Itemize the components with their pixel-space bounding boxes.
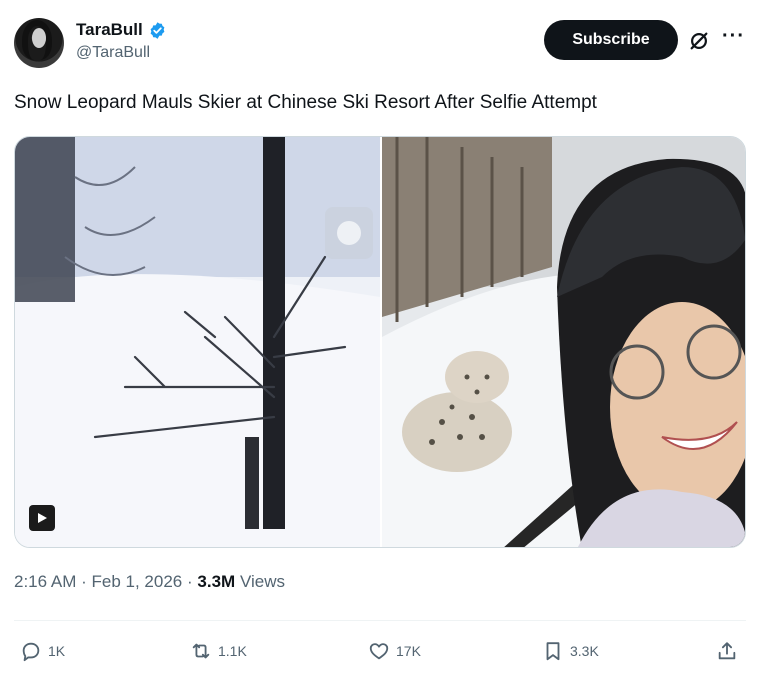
author-handle[interactable]: @TaraBull — [76, 44, 167, 62]
bookmark-button[interactable]: 3.3K — [542, 636, 599, 666]
avatar[interactable] — [14, 18, 64, 68]
like-count: 17K — [396, 643, 421, 659]
author-display-name-row[interactable]: TaraBull — [76, 20, 167, 40]
post-meta: 2:16 AM · Feb 1, 2026 · 3.3M Views — [14, 572, 285, 592]
post-date[interactable]: Feb 1, 2026 — [92, 572, 183, 591]
media-grid — [14, 136, 746, 548]
author-names: TaraBull @TaraBull — [76, 20, 167, 62]
snowy-forest-image — [15, 137, 380, 547]
grok-icon[interactable] — [688, 30, 710, 52]
like-button[interactable]: 17K — [368, 636, 421, 666]
meta-separator: · — [187, 572, 193, 591]
share-button[interactable] — [716, 636, 738, 666]
author-display-name[interactable]: TaraBull — [76, 20, 143, 40]
reply-button[interactable]: 1K — [20, 636, 65, 666]
views-count: 3.3M — [197, 572, 236, 591]
meta-separator: · — [81, 572, 87, 591]
bookmark-count: 3.3K — [570, 643, 599, 659]
leopard-selfie-image — [382, 137, 745, 547]
repost-icon — [192, 643, 210, 659]
like-icon — [369, 643, 389, 660]
post-text: Snow Leopard Mauls Skier at Chinese Ski … — [14, 92, 597, 113]
action-bar: 1K 1.1K 17K 3.3K — [14, 636, 746, 666]
bookmark-icon — [546, 642, 560, 661]
reply-icon — [22, 642, 40, 662]
more-icon[interactable]: ··· — [722, 26, 748, 50]
post-time[interactable]: 2:16 AM — [14, 572, 76, 591]
post-header: TaraBull @TaraBull Subscribe ··· — [14, 14, 754, 74]
share-icon — [718, 642, 736, 660]
subscribe-button[interactable]: Subscribe — [544, 20, 678, 60]
video-thumbnail[interactable] — [15, 137, 380, 547]
photo-thumbnail[interactable] — [382, 137, 745, 547]
repost-button[interactable]: 1.1K — [190, 636, 247, 666]
repost-count: 1.1K — [218, 643, 247, 659]
verified-badge-icon — [150, 21, 165, 39]
play-badge[interactable] — [29, 505, 55, 531]
play-icon — [38, 513, 47, 523]
divider — [14, 620, 746, 621]
reply-count: 1K — [48, 643, 66, 659]
views-label: Views — [239, 572, 285, 591]
